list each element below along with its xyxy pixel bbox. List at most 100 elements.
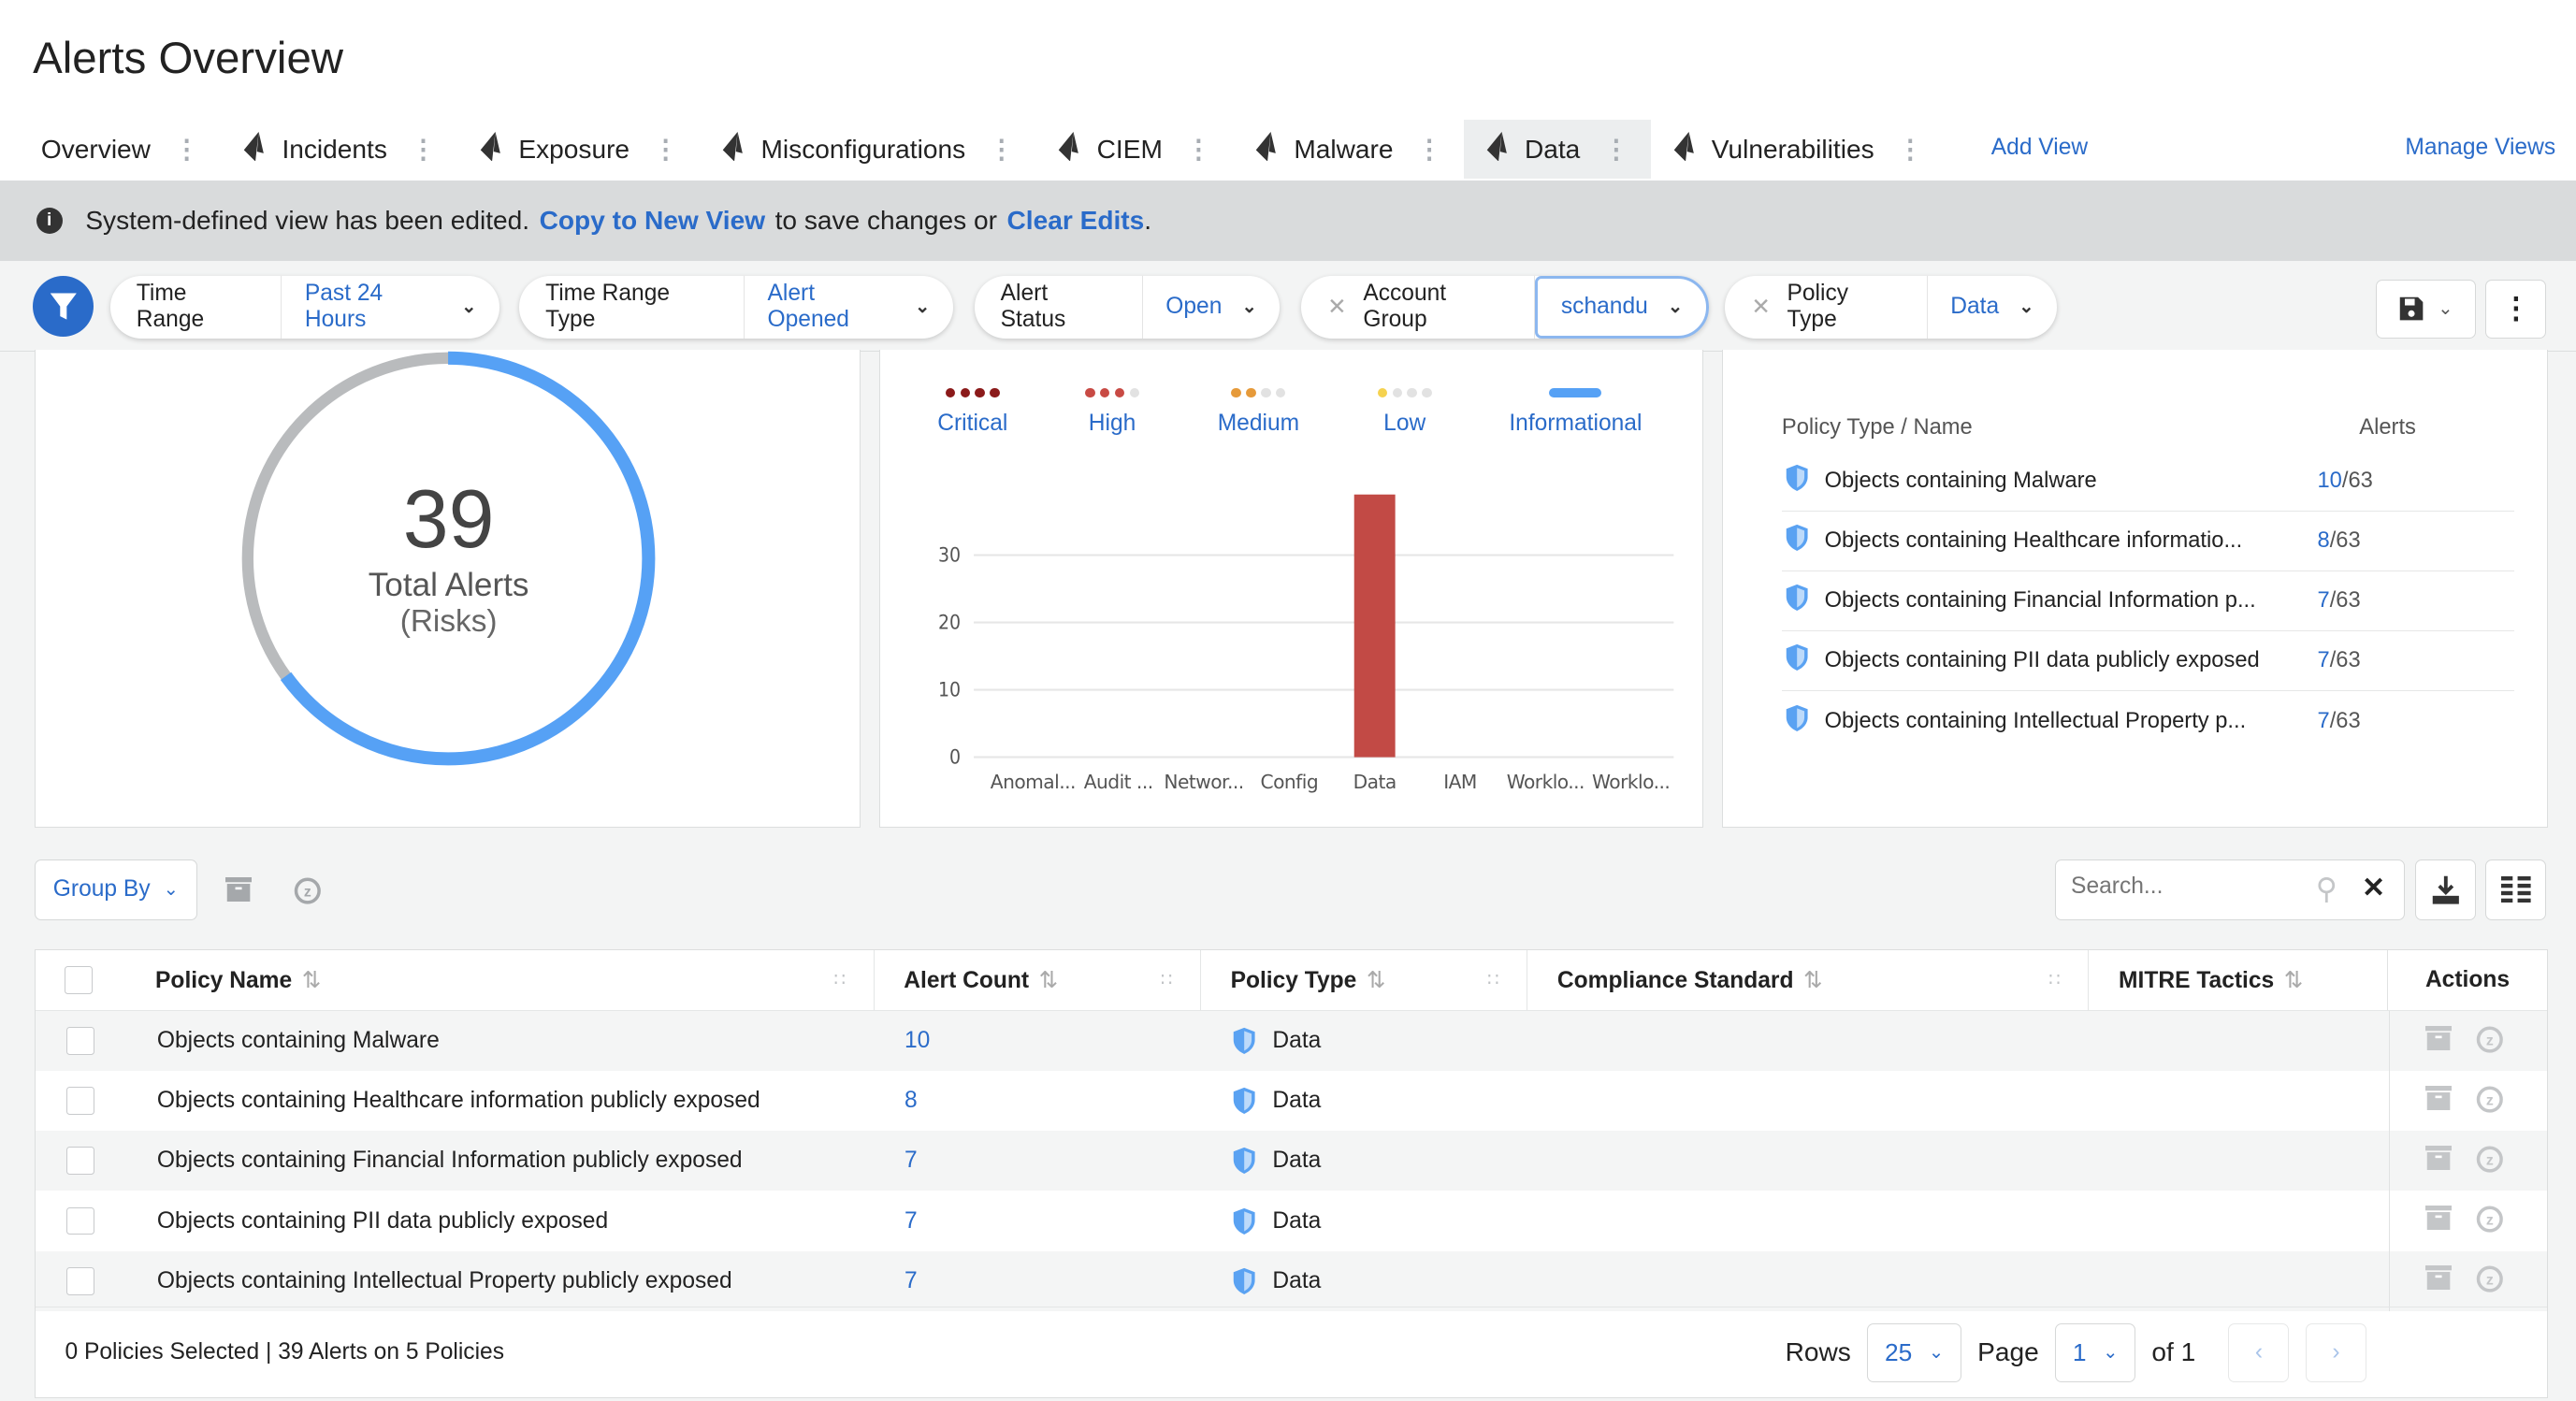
filter-time-range-type[interactable]: Time Range Type Alert Opened ⌄ <box>519 276 953 339</box>
sort-icon[interactable]: ⇅ <box>1367 968 1386 993</box>
tab-menu-icon[interactable]: ⋮ <box>1897 134 1923 165</box>
previous-page-button[interactable]: ‹ <box>2228 1322 2290 1382</box>
dismiss-alert-button[interactable] <box>2425 1205 2453 1236</box>
drag-handle-icon[interactable]: ∷ <box>834 969 846 991</box>
table-row[interactable]: Objects containing Malware 10 Data z <box>35 1011 2548 1072</box>
column-header-alert-count[interactable]: Alert Count ⇅ ∷ <box>875 950 1201 1011</box>
more-options-button[interactable]: ⋮ <box>2485 279 2547 339</box>
bar-data[interactable] <box>1353 494 1396 758</box>
copy-to-new-view-link[interactable]: Copy to New View <box>540 206 765 236</box>
filter-toggle-button[interactable] <box>33 276 94 338</box>
policy-name[interactable]: Objects containing Healthcare informatio… <box>157 1088 876 1114</box>
tab-incidents[interactable]: Incidents ⋮ <box>221 120 457 179</box>
tab-exposure[interactable]: Exposure ⋮ <box>457 120 700 179</box>
column-header-policy-name[interactable]: Policy Name ⇅ ∷ <box>123 950 875 1011</box>
snooze-alert-button[interactable]: z <box>2475 1083 2505 1119</box>
tab-overview[interactable]: Overview ⋮ <box>20 120 221 179</box>
row-checkbox[interactable] <box>66 1266 95 1295</box>
snooze-alert-button[interactable]: z <box>2475 1023 2505 1060</box>
search-input[interactable] <box>2071 873 2301 900</box>
alert-count-link[interactable]: 7 <box>2318 588 2330 613</box>
alert-count-link[interactable]: 7 <box>875 1268 1202 1294</box>
policy-name[interactable]: Objects containing Malware <box>157 1028 876 1054</box>
tab-vulnerabilities[interactable]: Vulnerabilities ⋮ <box>1651 120 1945 179</box>
clear-edits-link[interactable]: Clear Edits <box>1007 206 1145 236</box>
select-all-checkbox[interactable] <box>65 966 94 995</box>
download-button[interactable] <box>2414 859 2476 920</box>
table-row[interactable]: Objects containing Intellectual Property… <box>35 1250 2548 1311</box>
policy-name[interactable]: Objects containing Intellectual Property… <box>157 1268 876 1294</box>
row-checkbox[interactable] <box>66 1147 95 1176</box>
policy-name[interactable]: Objects containing Financial Information… <box>157 1148 876 1174</box>
legend-informational[interactable]: Informational <box>1477 387 1674 438</box>
alert-count-link[interactable]: 8 <box>2318 528 2330 553</box>
table-row[interactable]: Objects containing PII data publicly exp… <box>36 1191 2547 1251</box>
snooze-alert-button[interactable]: z <box>2475 1263 2505 1299</box>
row-checkbox[interactable] <box>66 1087 95 1116</box>
dismiss-alert-button[interactable] <box>2425 1085 2453 1117</box>
clear-search-icon[interactable]: ✕ <box>2362 872 2385 904</box>
alert-count-link[interactable]: 10 <box>2318 469 2342 493</box>
filter-alert-status[interactable]: Alert Status Open ⌄ <box>974 276 1281 339</box>
tab-menu-icon[interactable]: ⋮ <box>1185 134 1211 165</box>
tab-misconfigurations[interactable]: Misconfigurations ⋮ <box>701 120 1036 179</box>
tab-menu-icon[interactable]: ⋮ <box>653 134 679 165</box>
group-by-dropdown[interactable]: Group By ⌄ <box>34 859 197 920</box>
tab-menu-icon[interactable]: ⋮ <box>989 134 1015 165</box>
alert-count-link[interactable]: 7 <box>2318 709 2330 733</box>
sort-icon[interactable]: ⇅ <box>2284 968 2304 993</box>
rows-per-page-dropdown[interactable]: 25 ⌄ <box>1867 1322 1961 1382</box>
drag-handle-icon[interactable]: ∷ <box>1161 969 1172 991</box>
policy-name[interactable]: Objects containing PII data publicly exp… <box>157 1208 876 1235</box>
drag-handle-icon[interactable]: ∷ <box>1487 969 1498 991</box>
list-item[interactable]: Objects containing PII data publicly exp… <box>1781 631 2515 692</box>
column-header-policy-type[interactable]: Policy Type ⇅ ∷ <box>1201 950 1528 1011</box>
dismiss-alert-button[interactable] <box>2425 1025 2453 1057</box>
alert-count-link[interactable]: 7 <box>2318 648 2330 672</box>
manage-views-link[interactable]: Manage Views <box>2405 135 2555 161</box>
page-dropdown[interactable]: 1 ⌄ <box>2055 1322 2135 1382</box>
filter-policy-type[interactable]: ✕ Policy Type Data ⌄ <box>1725 276 2057 339</box>
sort-icon[interactable]: ⇅ <box>302 968 322 993</box>
snooze-alert-button[interactable]: z <box>2475 1203 2505 1239</box>
drag-handle-icon[interactable]: ∷ <box>2048 969 2060 991</box>
snooze-button[interactable]: z <box>281 859 333 920</box>
alert-count-link[interactable]: 10 <box>875 1028 1202 1054</box>
table-row[interactable]: Objects containing Healthcare informatio… <box>36 1071 2547 1132</box>
filter-account-group[interactable]: ✕ Account Group schandu ⌄ <box>1301 276 1709 339</box>
remove-filter-icon[interactable]: ✕ <box>1327 293 1347 321</box>
tab-menu-icon[interactable]: ⋮ <box>1416 134 1442 165</box>
next-page-button[interactable]: › <box>2305 1322 2366 1382</box>
dismiss-button[interactable] <box>212 859 265 920</box>
dismiss-alert-button[interactable] <box>2425 1264 2453 1296</box>
row-checkbox[interactable] <box>66 1206 95 1235</box>
tab-menu-icon[interactable]: ⋮ <box>174 134 200 165</box>
row-checkbox[interactable] <box>66 1027 95 1056</box>
tab-menu-icon[interactable]: ⋮ <box>410 134 436 165</box>
sort-icon[interactable]: ⇅ <box>1039 968 1059 993</box>
tab-ciem[interactable]: CIEM ⋮ <box>1036 120 1234 179</box>
tab-malware[interactable]: Malware ⋮ <box>1233 120 1464 179</box>
list-item[interactable]: Objects containing Intellectual Property… <box>1782 691 2514 751</box>
tab-data[interactable]: Data ⋮ <box>1463 120 1651 180</box>
list-item[interactable]: Objects containing Healthcare informatio… <box>1781 512 2515 572</box>
legend-low[interactable]: Low <box>1306 387 1503 438</box>
column-header-compliance-standard[interactable]: Compliance Standard ⇅ ∷ <box>1527 950 2090 1011</box>
column-label: Alert Count <box>904 968 1030 994</box>
column-settings-button[interactable] <box>2485 859 2547 920</box>
alert-count-link[interactable]: 8 <box>875 1088 1202 1114</box>
table-row[interactable]: Objects containing Financial Information… <box>35 1131 2548 1192</box>
tab-menu-icon[interactable]: ⋮ <box>1603 134 1629 165</box>
snooze-alert-button[interactable]: z <box>2475 1143 2505 1179</box>
alert-count-link[interactable]: 7 <box>875 1208 1202 1235</box>
alert-count-link[interactable]: 7 <box>875 1148 1202 1174</box>
sort-icon[interactable]: ⇅ <box>1803 968 1823 993</box>
list-item[interactable]: Objects containing Financial Information… <box>1781 571 2515 632</box>
save-view-button[interactable]: ⌄ <box>2375 279 2476 339</box>
remove-filter-icon[interactable]: ✕ <box>1751 293 1771 321</box>
dismiss-alert-button[interactable] <box>2425 1145 2453 1177</box>
add-view-link[interactable]: Add View <box>1991 135 2088 161</box>
filter-time-range[interactable]: Time Range Past 24 Hours ⌄ <box>109 276 499 339</box>
list-item[interactable]: Objects containing Malware 10/63 <box>1781 452 2515 513</box>
column-header-mitre-tactics[interactable]: MITRE Tactics ⇅ <box>2089 950 2388 1011</box>
